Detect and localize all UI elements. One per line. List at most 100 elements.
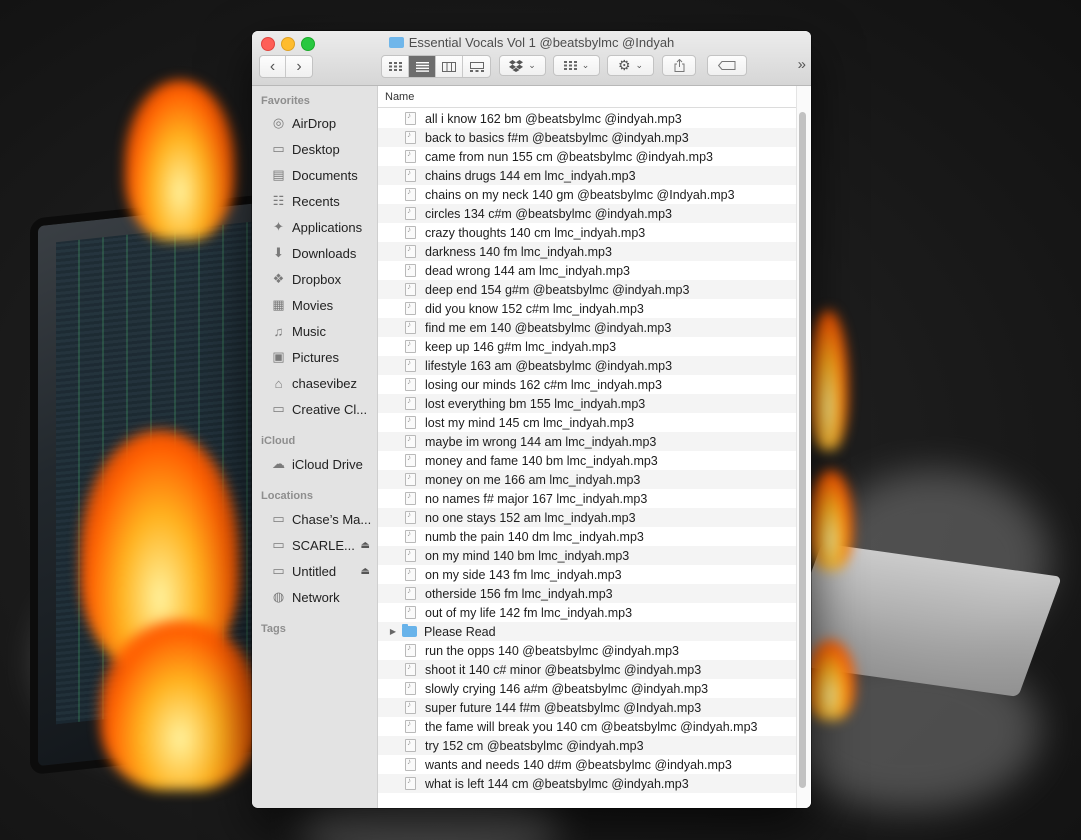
sidebar-item-label: Movies: [292, 297, 334, 313]
list-view-button[interactable]: [409, 56, 436, 77]
file-row[interactable]: wants and needs 140 d#m @beatsbylmc @ind…: [378, 755, 796, 774]
file-row[interactable]: lost everything bm 155 lmc_indyah.mp3: [378, 394, 796, 413]
desktop-icon: ▭: [272, 141, 285, 156]
group-by-button[interactable]: ⌄: [553, 55, 600, 76]
music-icon: ♫: [273, 323, 284, 339]
sidebar-item-downloads[interactable]: ⬇ Downloads: [252, 242, 377, 264]
sidebar-item-movies[interactable]: ▦ Movies: [252, 294, 377, 316]
column-header-name[interactable]: Name: [378, 86, 796, 108]
file-row[interactable]: losing our minds 162 c#m lmc_indyah.mp3: [378, 375, 796, 394]
tags-button[interactable]: [707, 55, 747, 76]
sidebar-item-airdrop[interactable]: ◎ AirDrop: [252, 112, 377, 134]
finder-window: Essential Vocals Vol 1 @beatsbylmc @Indy…: [252, 31, 811, 808]
column-view-button[interactable]: [436, 56, 463, 77]
file-row[interactable]: no one stays 152 am lmc_indyah.mp3: [378, 508, 796, 527]
sidebar-item-scarle[interactable]: ▭ SCARLE... ⏏: [252, 534, 377, 556]
eject-icon[interactable]: ⏏: [361, 540, 370, 551]
gallery-view-button[interactable]: [463, 56, 490, 77]
file-row[interactable]: otherside 156 fm lmc_indyah.mp3: [378, 584, 796, 603]
file-row[interactable]: shoot it 140 c# minor @beatsbylmc @indya…: [378, 660, 796, 679]
eject-icon[interactable]: ⏏: [361, 566, 370, 577]
file-row[interactable]: chains drugs 144 em lmc_indyah.mp3: [378, 166, 796, 185]
drive-icon: ▭: [272, 537, 285, 552]
file-row[interactable]: crazy thoughts 140 cm lmc_indyah.mp3: [378, 223, 796, 242]
file-row[interactable]: on my mind 140 bm lmc_indyah.mp3: [378, 546, 796, 565]
audio-file-icon: [405, 339, 416, 353]
flame: [808, 310, 848, 450]
audio-file-icon: [405, 111, 416, 125]
sidebar-item-documents[interactable]: ▤ Documents: [252, 164, 377, 186]
vertical-scrollbar[interactable]: [799, 112, 806, 788]
audio-file-icon: [405, 529, 416, 543]
forward-button[interactable]: ›: [286, 56, 312, 77]
sidebar-item-pictures[interactable]: ▣ Pictures: [252, 346, 377, 368]
file-row[interactable]: all i know 162 bm @beatsbylmc @indyah.mp…: [378, 109, 796, 128]
sidebar-item-label: Pictures: [292, 349, 339, 365]
file-row[interactable]: run the opps 140 @beatsbylmc @indyah.mp3: [378, 641, 796, 660]
file-row[interactable]: out of my life 142 fm lmc_indyah.mp3: [378, 603, 796, 622]
file-row[interactable]: back to basics f#m @beatsbylmc @indyah.m…: [378, 128, 796, 147]
sidebar-item-chasevibez[interactable]: ⌂ chasevibez: [252, 372, 377, 394]
file-row[interactable]: circles 134 c#m @beatsbylmc @indyah.mp3: [378, 204, 796, 223]
file-name: wants and needs 140 d#m @beatsbylmc @ind…: [425, 757, 732, 772]
sidebar-heading-locations: Locations: [261, 490, 313, 502]
sidebar-item-label: Music: [292, 323, 326, 339]
sidebar-item-desktop[interactable]: ▭ Desktop: [252, 138, 377, 160]
file-row[interactable]: keep up 146 g#m lmc_indyah.mp3: [378, 337, 796, 356]
file-row[interactable]: dead wrong 144 am lmc_indyah.mp3: [378, 261, 796, 280]
file-name: chains on my neck 140 gm @beatsbylmc @In…: [425, 187, 735, 202]
file-row[interactable]: find me em 140 @beatsbylmc @indyah.mp3: [378, 318, 796, 337]
audio-file-icon: [405, 396, 416, 410]
sidebar-item-label: Network: [292, 589, 340, 605]
file-row[interactable]: slowly crying 146 a#m @beatsbylmc @indya…: [378, 679, 796, 698]
disclosure-triangle-icon[interactable]: ▶: [387, 627, 399, 636]
file-row[interactable]: numb the pain 140 dm lmc_indyah.mp3: [378, 527, 796, 546]
titlebar: Essential Vocals Vol 1 @beatsbylmc @Indy…: [252, 31, 811, 86]
folder-icon: ▭: [272, 401, 285, 416]
icon-view-button[interactable]: [382, 56, 409, 77]
sidebar-item-label: Documents: [292, 167, 358, 183]
file-row[interactable]: the fame will break you 140 cm @beatsbyl…: [378, 717, 796, 736]
back-button[interactable]: ‹: [260, 56, 286, 77]
file-name: money on me 166 am lmc_indyah.mp3: [425, 472, 641, 487]
sidebar-item-creative-cl[interactable]: ▭ Creative Cl...: [252, 398, 377, 420]
window-title-text: Essential Vocals Vol 1 @beatsbylmc @Indy…: [408, 35, 675, 50]
file-row[interactable]: try 152 cm @beatsbylmc @indyah.mp3: [378, 736, 796, 755]
action-menu-button[interactable]: ⚙ ⌄: [607, 55, 654, 76]
sidebar-item-network[interactable]: ◍ Network: [252, 586, 377, 608]
file-row[interactable]: deep end 154 g#m @beatsbylmc @indyah.mp3: [378, 280, 796, 299]
file-row[interactable]: money and fame 140 bm lmc_indyah.mp3: [378, 451, 796, 470]
toolbar-overflow-button[interactable]: »: [798, 56, 806, 73]
file-name: darkness 140 fm lmc_indyah.mp3: [425, 244, 612, 259]
sidebar-item-applications[interactable]: ✦ Applications: [252, 216, 377, 238]
file-row[interactable]: what is left 144 cm @beatsbylmc @indyah.…: [378, 774, 796, 793]
file-row[interactable]: chains on my neck 140 gm @beatsbylmc @In…: [378, 185, 796, 204]
sidebar-item-recents[interactable]: ☷ Recents: [252, 190, 377, 212]
audio-file-icon: [405, 225, 416, 239]
share-button[interactable]: [662, 55, 696, 76]
audio-file-icon: [405, 681, 416, 695]
file-row[interactable]: on my side 143 fm lmc_indyah.mp3: [378, 565, 796, 584]
sidebar-item-chase-s-ma[interactable]: ▭ Chase’s Ma...: [252, 508, 377, 530]
sidebar-heading-favorites: Favorites: [261, 95, 310, 107]
sidebar-item-untitled[interactable]: ▭ Untitled ⏏: [252, 560, 377, 582]
flame: [125, 80, 235, 240]
sidebar-item-icloud-drive[interactable]: ☁ iCloud Drive: [252, 453, 377, 475]
sidebar-item-label: Dropbox: [292, 271, 342, 287]
file-row[interactable]: lifestyle 163 am @beatsbylmc @indyah.mp3: [378, 356, 796, 375]
file-row[interactable]: lost my mind 145 cm lmc_indyah.mp3: [378, 413, 796, 432]
file-row[interactable]: came from nun 155 cm @beatsbylmc @indyah…: [378, 147, 796, 166]
sidebar-item-dropbox[interactable]: ❖ Dropbox: [252, 268, 377, 290]
file-row[interactable]: no names f# major 167 lmc_indyah.mp3: [378, 489, 796, 508]
file-row[interactable]: darkness 140 fm lmc_indyah.mp3: [378, 242, 796, 261]
file-row[interactable]: super future 144 f#m @beatsbylmc @Indyah…: [378, 698, 796, 717]
chevron-down-icon: ⌄: [635, 60, 644, 70]
network-icon: ◍: [272, 589, 285, 604]
file-row[interactable]: maybe im wrong 144 am lmc_indyah.mp3: [378, 432, 796, 451]
dropbox-menu-button[interactable]: ⌄: [499, 55, 546, 76]
sidebar-item-music[interactable]: ♫ Music: [252, 320, 377, 342]
file-row[interactable]: money on me 166 am lmc_indyah.mp3: [378, 470, 796, 489]
file-row[interactable]: did you know 152 c#m lmc_indyah.mp3: [378, 299, 796, 318]
folder-row[interactable]: ▶ Please Read: [378, 622, 796, 641]
chevron-down-icon: ⌄: [581, 60, 590, 70]
